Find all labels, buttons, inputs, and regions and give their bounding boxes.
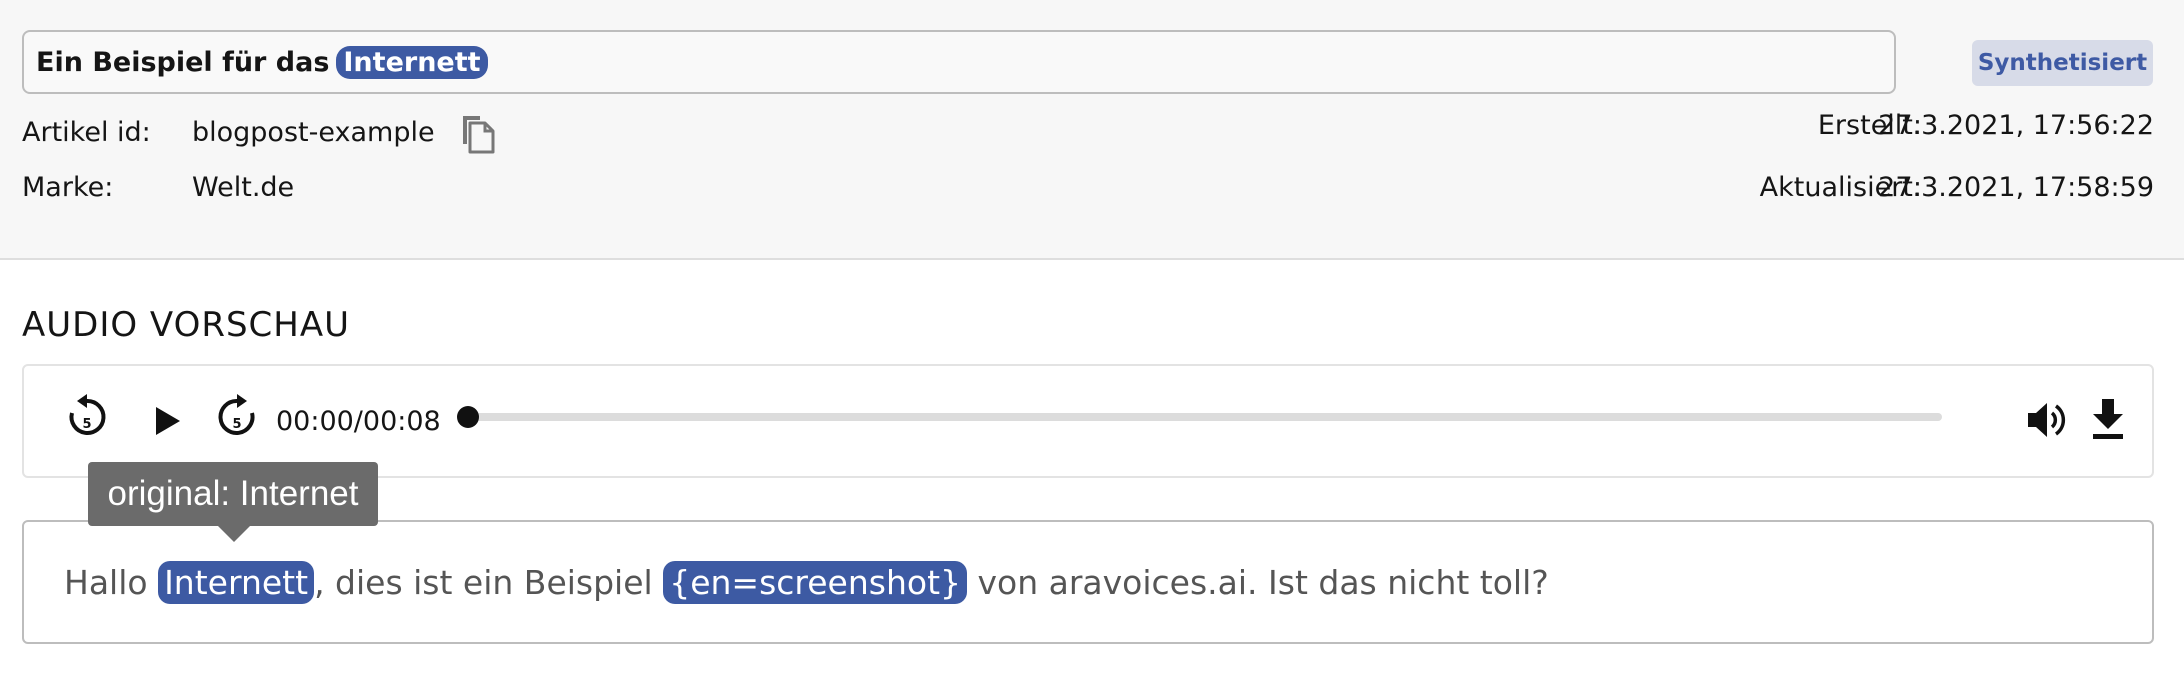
progress-knob[interactable] [457, 406, 479, 428]
volume-icon[interactable] [2024, 398, 2068, 442]
text-segment: Hallo [64, 562, 148, 602]
audio-player: 5 5 00:00/00:08 [22, 364, 2154, 478]
download-icon[interactable] [2088, 396, 2128, 442]
tooltip-arrow [218, 526, 250, 542]
text-segment: , dies ist ein Beispiel [314, 562, 653, 602]
article-title-field[interactable]: Ein Beispiel für das Internett [22, 30, 1896, 94]
text-segment: von aravoices.ai. Ist das nicht toll? [977, 562, 1549, 602]
brand-label: Marke: [22, 172, 114, 203]
article-id-label: Artikel id: [22, 117, 151, 148]
article-text-editor[interactable]: Hallo Internett, dies ist ein Beispiel {… [22, 520, 2154, 644]
article-id-value: blogpost-example [192, 117, 435, 148]
copy-icon[interactable] [460, 114, 498, 154]
svg-text:5: 5 [232, 417, 241, 432]
highlighted-tag-en-screenshot[interactable]: {en=screenshot} [663, 560, 967, 604]
svg-text:5: 5 [82, 417, 91, 432]
created-value: 27.3.2021, 17:56:22 [1878, 110, 2154, 141]
highlighted-word-internett[interactable]: Internett [158, 560, 315, 604]
play-icon[interactable] [149, 403, 185, 439]
replay-5-icon[interactable]: 5 [64, 393, 110, 447]
audio-preview-heading: AUDIO VORSCHAU [22, 305, 351, 345]
title-highlight-word[interactable]: Internett [336, 45, 488, 79]
status-badge: Synthetisiert [1972, 40, 2153, 86]
progress-track[interactable] [464, 413, 1942, 421]
article-title-text: Ein Beispiel für das [36, 46, 330, 78]
forward-5-icon[interactable]: 5 [214, 393, 260, 447]
brand-value: Welt.de [192, 172, 295, 203]
updated-value: 27.3.2021, 17:58:59 [1878, 172, 2154, 203]
original-word-tooltip: original: Internet [88, 462, 378, 526]
time-display: 00:00/00:08 [276, 405, 441, 437]
